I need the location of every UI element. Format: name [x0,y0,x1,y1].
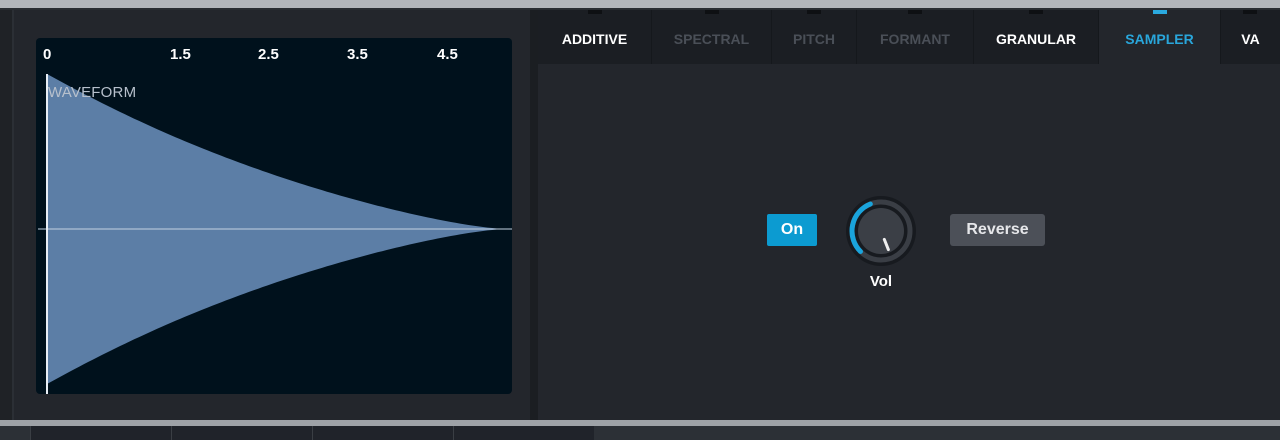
tab-spectral[interactable]: SPECTRAL [652,10,772,64]
ruler-tick-4: 4.5 [437,46,458,63]
sampler-editor: 0 1.5 2.5 3.5 4.5 WAVEFORM ADDITIVE SPEC… [0,0,1280,440]
panel-divider [530,10,538,420]
tab-led [1243,10,1257,14]
tab-label: ADDITIVE [561,31,628,47]
tab-formant[interactable]: FORMANT [857,10,974,64]
knob-cap [858,208,904,254]
synth-engine-tabs: ADDITIVE SPECTRAL PITCH FORMANT GRANULAR… [538,10,1280,64]
tab-sampler[interactable]: SAMPLER [1099,10,1221,64]
tab-va[interactable]: VA [1221,10,1280,64]
vol-knob[interactable] [845,195,917,267]
tab-led [705,10,719,14]
tab-additive[interactable]: ADDITIVE [538,10,652,64]
reverse-button[interactable]: Reverse [950,214,1045,246]
tab-led [1029,10,1043,14]
tab-led [588,10,602,14]
tab-label: VA [1241,31,1260,47]
on-button[interactable]: On [767,214,817,246]
left-edge-panel [0,10,12,420]
tab-label: PITCH [793,31,835,47]
vol-label: Vol [869,273,893,290]
ruler-tick-1: 1.5 [170,46,191,63]
ruler-tick-0: 0 [43,46,52,63]
waveform-display[interactable]: 0 1.5 2.5 3.5 4.5 WAVEFORM [36,38,512,394]
bottom-bar-segment [453,426,594,440]
tab-led [807,10,821,14]
ruler-tick-3: 3.5 [347,46,368,63]
waveform-title: WAVEFORM [48,84,137,101]
bottom-bar-segment [171,426,312,440]
tab-label: FORMANT [880,31,950,47]
bottom-bar-segment [30,426,171,440]
ruler-tick-2: 2.5 [258,46,279,63]
tab-led [908,10,922,14]
bottom-bar-segment [312,426,453,440]
tab-granular[interactable]: GRANULAR [974,10,1099,64]
tab-pitch[interactable]: PITCH [772,10,857,64]
tab-label: SAMPLER [1125,31,1194,47]
tab-led-active [1153,10,1167,14]
tab-label: GRANULAR [995,31,1077,47]
sampler-panel: ADDITIVE SPECTRAL PITCH FORMANT GRANULAR… [538,10,1280,420]
top-border [0,0,1280,8]
tab-label: SPECTRAL [673,31,750,47]
